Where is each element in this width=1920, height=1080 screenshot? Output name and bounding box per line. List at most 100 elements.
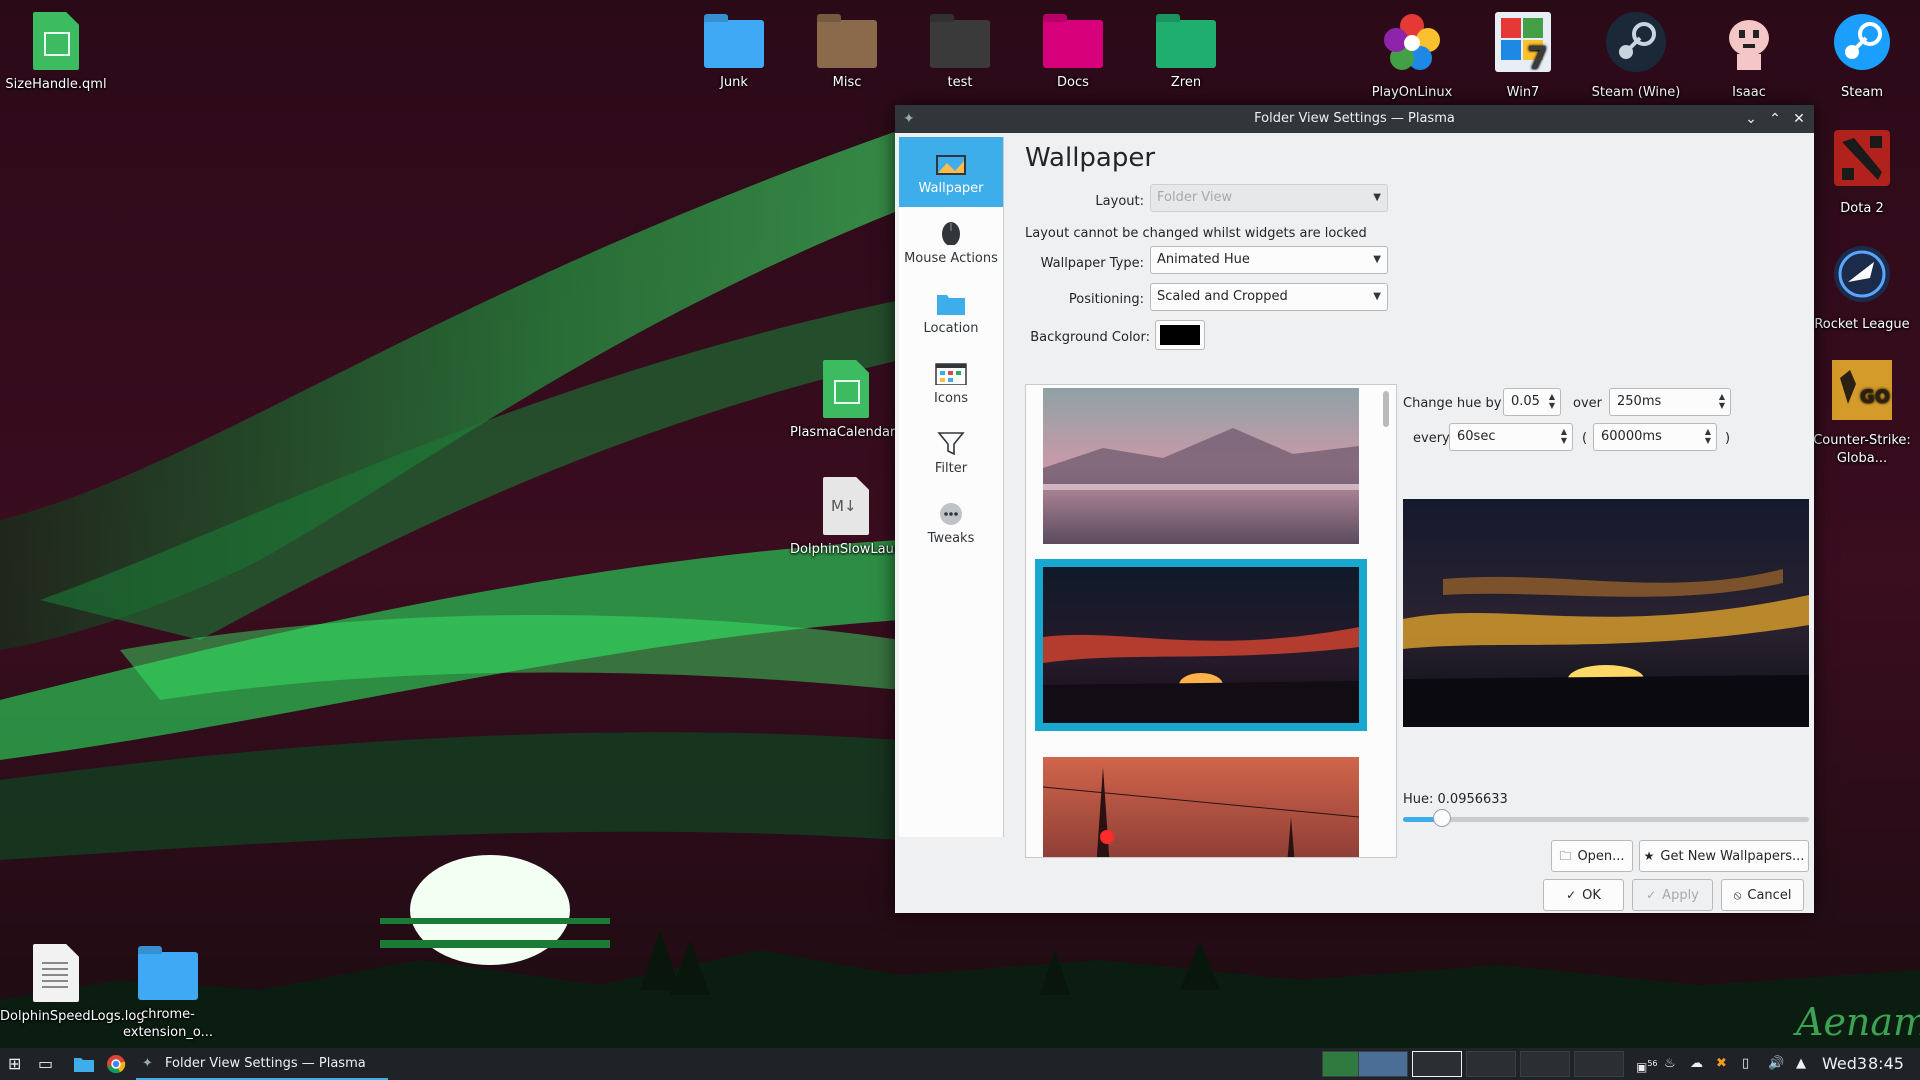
battery-icon[interactable]: ▣56 [1636,1056,1658,1074]
settings-content: Wallpaper Layout: Folder View ▼ Layout c… [1025,133,1810,913]
chrome-icon[interactable] [106,1048,126,1080]
desktop-icon-win7[interactable]: 7 Win7 [1467,10,1579,102]
show-desktop-icon[interactable]: ▭ [38,1048,53,1080]
spin-arrows-icon[interactable]: ▲ ▼ [1705,427,1711,445]
spin-arrows-icon[interactable]: ▲ ▼ [1549,392,1555,410]
desktop-icon-label: PlayOnLinux [1371,85,1453,100]
pager-desktop-2[interactable] [1358,1051,1408,1077]
desktop-icon-zren[interactable]: Zren [1130,10,1242,92]
check-icon: ✓ [1566,888,1577,902]
hue-interval-ms-spinbox[interactable]: 60000ms ▲ ▼ [1593,423,1717,451]
background-color-button[interactable] [1155,320,1205,350]
csgo-icon: GO [1832,360,1892,420]
desktop-icon-label: Isaac [1732,85,1766,100]
get-new-wallpapers-button[interactable]: ★ Get New Wallpapers... [1639,840,1809,872]
qml-file-icon [823,360,869,418]
hue-slider-handle[interactable] [1432,809,1451,827]
vertical-scrollbar[interactable] [1383,391,1389,427]
apply-button[interactable]: ✓ Apply [1632,879,1713,911]
desktop-icon-test[interactable]: test [904,10,1016,92]
cancel-button[interactable]: ⦸ Cancel [1721,879,1804,911]
folder-icon [138,952,198,1000]
page-title: Wallpaper [1025,143,1156,173]
plasma-app-icon: ✦ [903,111,915,127]
chevron-down-icon: ▼ [1373,291,1381,302]
cloud-icon[interactable]: ☁ [1690,1056,1706,1072]
steam-tray-icon[interactable]: ♨ [1664,1056,1680,1072]
desktop-icon-docs[interactable]: Docs [1017,10,1129,92]
wallpaper-thumbnail-selected[interactable] [1035,559,1367,731]
desktop-icon-dolphinslowlaunch[interactable]: M↓ DolphinSlowLaunch.md [790,475,943,559]
warning-icon[interactable]: ✖ [1716,1056,1732,1072]
sidebar-item-wallpaper[interactable]: Wallpaper [899,137,1003,207]
desktop-icon-csgo[interactable]: GO Counter-Strike: Globa... [1806,358,1918,468]
device-icon[interactable]: ▯ [1742,1056,1758,1072]
positioning-label: Positioning: [1068,292,1144,307]
spin-arrows-icon[interactable]: ▲ ▼ [1561,427,1567,445]
wallpaper-thumbnail-list[interactable] [1025,384,1397,858]
desktop-icon-steam[interactable]: Steam [1806,10,1918,102]
desktop-icon-dota2[interactable]: Dota 2 [1806,126,1918,218]
open-button[interactable]: 🗀 Open... [1551,840,1633,872]
hue-step-spinbox[interactable]: 0.05 ▲ ▼ [1503,388,1561,416]
task-folder-view-settings[interactable]: ✦ Folder View Settings — Plasma [136,1048,388,1080]
desktop-icon-label: DolphinSpeedLogs.log [0,1009,145,1024]
folder-icon [1043,20,1103,68]
wallpaper-icon [936,155,966,175]
desktop-icon-playonlinux[interactable]: PlayOnLinux [1356,10,1468,102]
pager-desktop-5[interactable] [1520,1051,1570,1077]
desktop-icon-label: Docs [1057,75,1089,90]
sidebar-item-filter[interactable]: Filter [899,417,1003,487]
filter-icon [937,432,965,456]
pager-desktop-3[interactable] [1412,1051,1462,1077]
desktop-icon-rocket-league[interactable]: Rocket League [1806,242,1918,334]
desktop-icon-plasmacalendar[interactable]: PlasmaCalendarManager... [790,358,963,442]
wallpaper-type-combobox[interactable]: Animated Hue ▼ [1150,246,1388,274]
positioning-combobox[interactable]: Scaled and Cropped ▼ [1150,283,1388,311]
clock-time[interactable]: 8:45 [1868,1048,1904,1080]
paren-open: ( [1582,431,1588,446]
wallpaper-thumbnail[interactable] [1043,388,1359,544]
desktop-icon-junk[interactable]: Junk [678,10,790,92]
windows7-icon: 7 [1495,12,1551,76]
hue-slider[interactable] [1403,809,1809,827]
spin-arrows-icon[interactable]: ▲ ▼ [1719,392,1725,410]
desktop-icon-label: DolphinSlowLaunch.md [790,542,943,557]
minimize-button[interactable]: ⌄ [1740,105,1762,133]
close-button[interactable]: ✕ [1788,105,1810,133]
desktop-icon-dolphinspeedlogs[interactable]: DolphinSpeedLogs.log [0,942,145,1026]
maximize-button[interactable]: ⌃ [1764,105,1786,133]
steam-icon [1834,14,1890,70]
rocket-league-icon [1834,246,1890,302]
hue-interval-spinbox[interactable]: 60sec ▲ ▼ [1449,423,1573,451]
check-icon: ✓ [1646,888,1657,902]
desktop-icon-chrome-extension[interactable]: chrome-extension_o... [112,942,224,1042]
window-titlebar[interactable]: ✦ Folder View Settings — Plasma ⌄ ⌃ ✕ [895,105,1814,133]
wallpaper-thumbnail[interactable] [1043,757,1359,858]
desktop-icon-isaac[interactable]: Isaac [1693,10,1805,102]
sidebar-item-icons[interactable]: Icons [899,347,1003,417]
sidebar-item-tweaks[interactable]: Tweaks [899,487,1003,557]
desktop-icon-steam-wine[interactable]: Steam (Wine) [1580,10,1692,102]
desktop-icon-misc[interactable]: Misc [791,10,903,92]
pager-desktop-6[interactable] [1574,1051,1624,1077]
volume-icon[interactable]: 🔊 [1768,1056,1784,1072]
playonlinux-icon [1384,14,1440,70]
svg-text:GO: GO [1860,386,1890,407]
clock-day[interactable]: Wed3 [1822,1048,1867,1080]
sidebar-item-location[interactable]: Location [899,277,1003,347]
desktop-icon-sizehandle[interactable]: SizeHandle.qml [0,10,112,94]
desktop-icon-label: Steam [1841,85,1883,100]
desktop-icon-label: Dota 2 [1840,201,1884,216]
ok-button[interactable]: ✓ OK [1543,879,1624,911]
file-manager-icon[interactable] [74,1048,94,1080]
expand-tray-icon[interactable]: ▲ [1796,1056,1812,1072]
taskbar: ⊞ ▭ ✦ Folder View Settings — Plasma ▣56 … [0,1048,1920,1080]
hue-duration-spinbox[interactable]: 250ms ▲ ▼ [1609,388,1731,416]
window-title: Folder View Settings — Plasma [1254,111,1455,126]
desktop-icon-label: test [947,75,973,90]
pager-desktop-4[interactable] [1466,1051,1516,1077]
desktop-icon-label: Junk [720,75,748,90]
sidebar-item-mouse-actions[interactable]: Mouse Actions [899,207,1003,277]
app-launcher-icon[interactable]: ⊞ [8,1048,21,1080]
